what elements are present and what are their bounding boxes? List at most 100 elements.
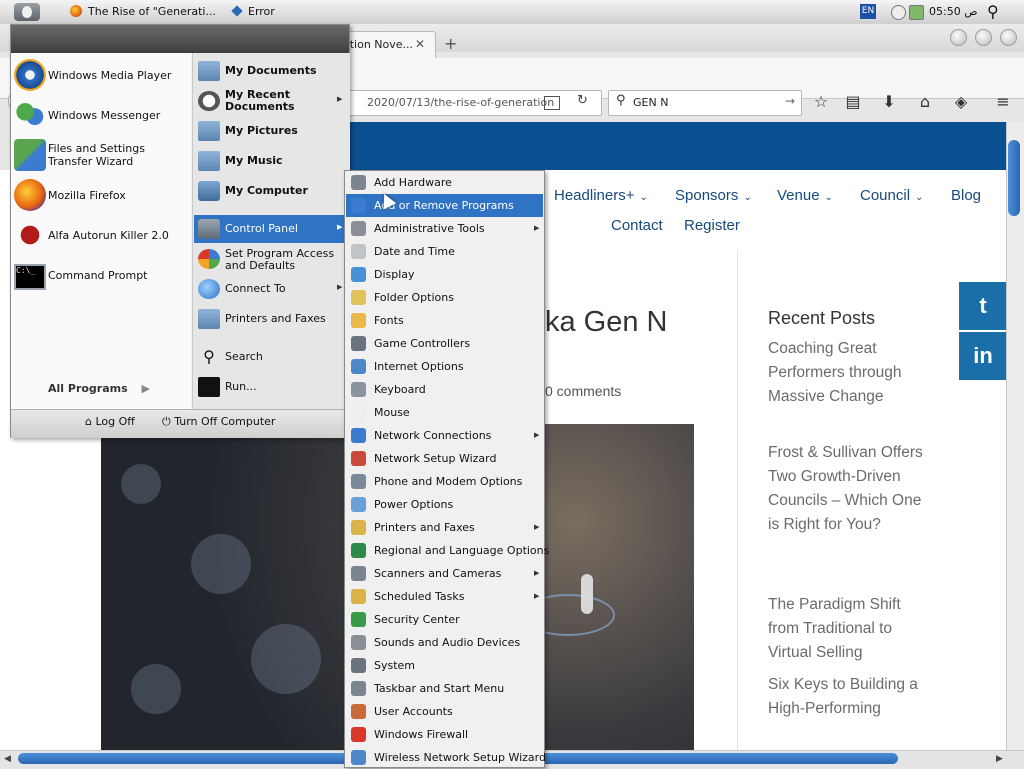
nav-register[interactable]: Register xyxy=(684,217,740,234)
apple-menu-icon[interactable] xyxy=(14,3,40,21)
language-indicator[interactable]: EN xyxy=(860,4,876,19)
pocket-icon[interactable]: ◈ xyxy=(951,92,971,112)
scroll-right-arrow[interactable]: ▶ xyxy=(996,754,1003,764)
search-input[interactable]: GEN N xyxy=(633,96,668,109)
start-item-printers-and-faxes[interactable]: Printers and Faxes xyxy=(194,305,347,333)
control-panel-item-add-hardware[interactable]: Add Hardware xyxy=(346,171,543,194)
run-icon xyxy=(198,377,220,397)
control-panel-item-internet-options[interactable]: Internet Options xyxy=(346,355,543,378)
start-item-windows-media-player[interactable]: Windows Media Player xyxy=(11,55,191,95)
control-panel-item-system[interactable]: System xyxy=(346,654,543,677)
control-panel-item-game-controllers[interactable]: Game Controllers xyxy=(346,332,543,355)
reading-list-icon[interactable]: ▤ xyxy=(843,92,863,112)
start-item-my-music[interactable]: My Music xyxy=(194,147,347,175)
nav-council[interactable]: Council ⌄ xyxy=(860,187,923,204)
control-panel-item-fonts[interactable]: Fonts xyxy=(346,309,543,332)
nav-label: Sponsors xyxy=(675,187,739,204)
control-panel-item-administrative-tools[interactable]: Administrative Tools ▶ xyxy=(346,217,543,240)
recent-post-link[interactable]: Frost & Sullivan Offers Two Growth-Drive… xyxy=(768,441,928,537)
recent-post-link[interactable]: Coaching Great Performers through Massiv… xyxy=(768,337,928,409)
printer-icon xyxy=(198,309,220,329)
taskbar-item-error[interactable]: Error xyxy=(231,3,275,21)
control-panel-item-mouse[interactable]: Mouse xyxy=(346,401,543,424)
network-icon[interactable] xyxy=(909,5,924,20)
start-item-connect-to[interactable]: Connect To ▶ xyxy=(194,275,347,303)
control-panel-item-printers-and-faxes[interactable]: Printers and Faxes ▶ xyxy=(346,516,543,539)
control-panel-item-sounds-and-audio-devices[interactable]: Sounds and Audio Devices xyxy=(346,631,543,654)
control-panel-item-label: Scanners and Cameras xyxy=(374,567,502,580)
taskbar-item-firefox[interactable]: The Rise of "Generati... xyxy=(70,3,216,21)
turn-off-button[interactable]: ⏻ Turn Off Computer xyxy=(162,415,275,429)
control-panel-item-scheduled-tasks[interactable]: Scheduled Tasks ▶ xyxy=(346,585,543,608)
start-item-set-program-access[interactable]: Set Program Access and Defaults xyxy=(194,245,347,275)
search-bar[interactable]: ⚲ GEN N → xyxy=(608,90,802,116)
start-item-my-documents[interactable]: My Documents xyxy=(194,57,347,85)
control-panel-item-icon xyxy=(351,658,366,673)
clock[interactable]: 05:50 ص xyxy=(929,3,978,21)
vertical-scroll-thumb[interactable] xyxy=(1008,140,1020,216)
control-panel-item-regional-and-language-options[interactable]: Regional and Language Options xyxy=(346,539,549,562)
nav-blog[interactable]: Blog xyxy=(951,187,981,204)
start-item-command-prompt[interactable]: C:\_ Command Prompt xyxy=(11,255,191,295)
control-panel-item-label: Keyboard xyxy=(374,383,426,396)
vertical-scrollbar[interactable] xyxy=(1006,122,1024,750)
start-item-windows-messenger[interactable]: Windows Messenger xyxy=(11,95,191,135)
control-panel-item-user-accounts[interactable]: User Accounts xyxy=(346,700,543,723)
control-panel-item-icon xyxy=(351,543,366,558)
comments-link[interactable]: 0 comments xyxy=(545,383,621,399)
new-tab-button[interactable]: + xyxy=(444,34,457,53)
start-item-run[interactable]: Run... xyxy=(194,373,347,401)
control-panel-item-icon xyxy=(351,221,366,236)
nav-venue[interactable]: Venue ⌄ xyxy=(777,187,833,204)
scroll-left-arrow[interactable]: ◀ xyxy=(4,754,11,764)
control-panel-item-security-center[interactable]: Security Center xyxy=(346,608,543,631)
minimize-button[interactable] xyxy=(950,29,967,46)
download-icon[interactable]: ⬇ xyxy=(879,92,899,112)
start-item-transfer-wizard[interactable]: Files and Settings Transfer Wizard xyxy=(11,135,191,175)
control-panel-item-wireless-network-setup-wizard[interactable]: Wireless Network Setup Wizard xyxy=(346,746,546,769)
twitter-share-button[interactable]: t xyxy=(959,282,1007,330)
start-item-mozilla-firefox[interactable]: Mozilla Firefox xyxy=(11,175,191,215)
spotlight-search-icon[interactable]: ⚲ xyxy=(987,2,999,21)
tab-close-icon[interactable]: ✕ xyxy=(415,37,425,51)
start-item-control-panel[interactable]: Control Panel ▶ xyxy=(194,215,347,243)
search-go-icon[interactable]: → xyxy=(785,94,795,108)
control-panel-item-label: Network Setup Wizard xyxy=(374,452,497,465)
start-item-search[interactable]: ⚲ Search xyxy=(194,343,347,371)
control-panel-item-display[interactable]: Display xyxy=(346,263,543,286)
control-panel-item-network-setup-wizard[interactable]: Network Setup Wizard xyxy=(346,447,543,470)
maximize-button[interactable] xyxy=(975,29,992,46)
reload-icon[interactable]: ↻ xyxy=(577,93,588,108)
start-item-my-computer[interactable]: My Computer xyxy=(194,177,347,205)
recent-post-link[interactable]: Six Keys to Building a High-Performing xyxy=(768,673,928,745)
control-panel-item-network-connections[interactable]: Network Connections ▶ xyxy=(346,424,543,447)
home-icon[interactable]: ⌂ xyxy=(915,92,935,112)
nav-headliners[interactable]: Headliners+ ⌄ xyxy=(554,187,648,204)
hamburger-menu-icon[interactable]: ≡ xyxy=(993,92,1013,112)
start-item-label: Printers and Faxes xyxy=(225,312,326,325)
arrow-right-icon: ▶ xyxy=(141,382,150,395)
smiley-icon[interactable] xyxy=(891,5,906,20)
control-panel-item-power-options[interactable]: Power Options xyxy=(346,493,543,516)
start-item-my-recent-documents[interactable]: My Recent Documents ▶ xyxy=(194,87,347,115)
bookmark-star-icon[interactable]: ☆ xyxy=(811,92,831,112)
control-panel-item-taskbar-and-start-menu[interactable]: Taskbar and Start Menu xyxy=(346,677,543,700)
nav-sponsors[interactable]: Sponsors ⌄ xyxy=(675,187,752,204)
control-panel-item-windows-firewall[interactable]: Windows Firewall xyxy=(346,723,543,746)
nav-contact[interactable]: Contact xyxy=(611,217,663,234)
all-programs-button[interactable]: All Programs ▶ xyxy=(48,382,150,395)
control-panel-item-folder-options[interactable]: Folder Options xyxy=(346,286,543,309)
recent-post-link[interactable]: The Paradigm Shift from Traditional to V… xyxy=(768,593,928,665)
start-item-alfa-autorun-killer[interactable]: Alfa Autorun Killer 2.0 xyxy=(11,215,191,255)
linkedin-share-button[interactable]: in xyxy=(959,332,1007,380)
close-window-button[interactable] xyxy=(1000,29,1017,46)
start-item-my-pictures[interactable]: My Pictures xyxy=(194,117,347,145)
control-panel-item-phone-and-modem-options[interactable]: Phone and Modem Options xyxy=(346,470,543,493)
control-panel-item-label: Sounds and Audio Devices xyxy=(374,636,521,649)
control-panel-item-scanners-and-cameras[interactable]: Scanners and Cameras ▶ xyxy=(346,562,543,585)
log-off-button[interactable]: ⌂ Log Off xyxy=(85,415,135,428)
reader-view-icon[interactable] xyxy=(544,96,560,110)
control-panel-item-add-or-remove-programs[interactable]: Add or Remove Programs xyxy=(346,194,543,217)
control-panel-item-keyboard[interactable]: Keyboard xyxy=(346,378,543,401)
control-panel-item-date-and-time[interactable]: Date and Time xyxy=(346,240,543,263)
